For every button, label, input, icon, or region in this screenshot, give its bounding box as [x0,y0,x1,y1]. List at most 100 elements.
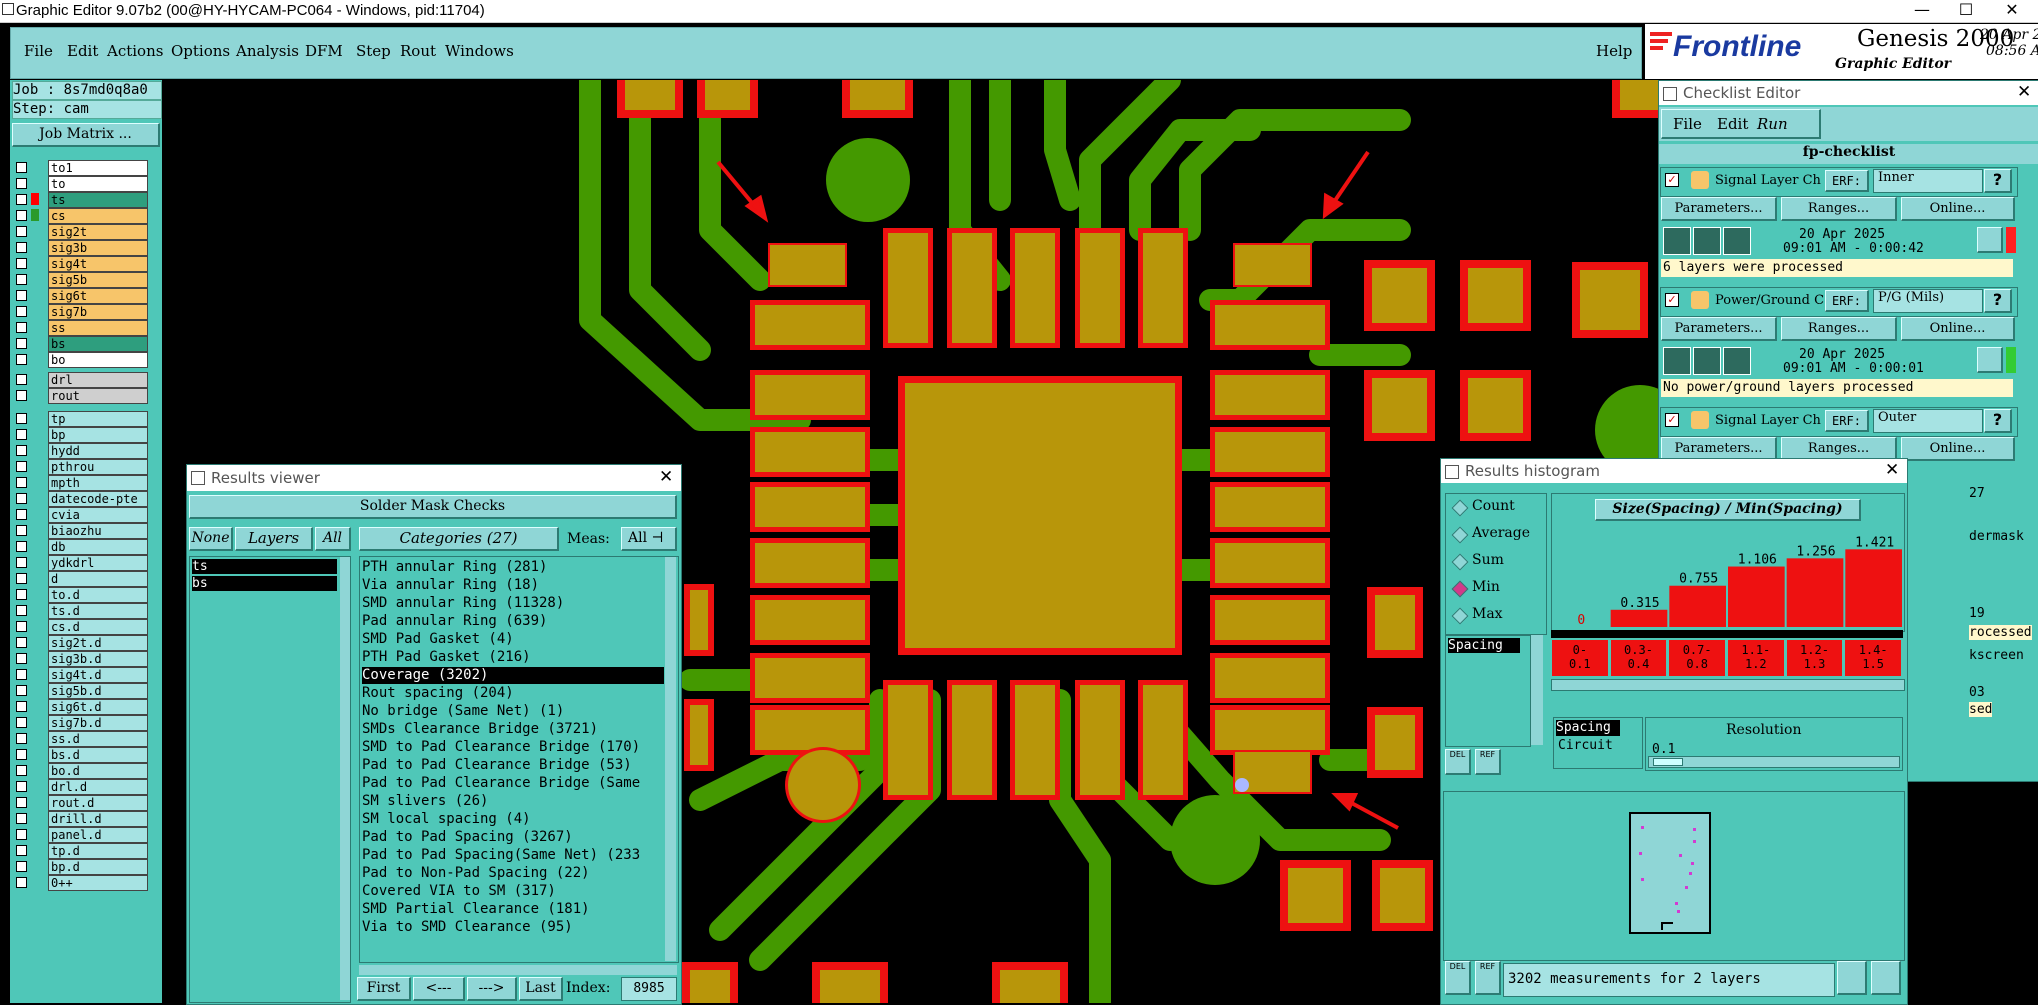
category-item[interactable]: Pad to Pad Clearance Bridge (53) [362,757,632,774]
layer-row[interactable]: ydkdrl [14,555,148,571]
histogram-bar[interactable] [1669,585,1726,627]
category-list-scrollbar[interactable] [665,557,676,961]
checklist-item-checkbox[interactable]: ✓ [1665,413,1679,427]
checklist-menu-edit[interactable]: Edit [1717,115,1748,133]
layer-checkbox[interactable] [16,306,27,317]
layer-name[interactable]: pthrou [48,459,148,475]
erf-select[interactable]: P/G (Mils) [1873,289,1983,313]
radio-count[interactable] [1451,499,1469,517]
layer-name[interactable]: sig7b.d [48,715,148,731]
layer-row[interactable]: sig7b [14,304,148,320]
layer-checkbox[interactable] [16,429,27,440]
layer-name[interactable]: sig4t.d [48,667,148,683]
layer-name[interactable]: bp.d [48,859,148,875]
run-icon[interactable] [1663,347,1691,375]
layer-checkbox[interactable] [16,605,27,616]
layer-row[interactable]: cs.d [14,619,148,635]
layer-row[interactable]: datecode-pte [14,491,148,507]
layer-checkbox[interactable] [16,194,27,205]
radio-max[interactable] [1451,607,1469,625]
layer-checkbox[interactable] [16,541,27,552]
last-button[interactable]: Last [519,977,563,1001]
layer-name[interactable]: 0++ [48,875,148,891]
histogram-category[interactable]: 1.4- 1.5 [1845,640,1901,676]
layer-row[interactable]: bp.d [14,859,148,875]
list-item[interactable]: Spacing [1448,638,1520,653]
layer-checkbox[interactable] [16,509,27,520]
layer-name[interactable]: bp [48,427,148,443]
layer-list-scrollbar[interactable] [340,557,350,1000]
layer-name[interactable]: sig2t [48,224,148,240]
category-item[interactable]: SM local spacing (4) [362,811,531,828]
index-input[interactable]: 8985 [621,977,677,1001]
layer-name[interactable]: ydkdrl [48,555,148,571]
layer-row[interactable]: cs [14,208,148,224]
window-title-bar[interactable]: Graphic Editor 9.07b2 (00@HY-HYCAM-PC064… [0,0,2038,23]
layer-checkbox[interactable] [16,861,27,872]
layer-checkbox[interactable] [16,733,27,744]
layer-row[interactable]: rout [14,388,148,404]
next-button[interactable]: ---> [467,977,517,1001]
list-item[interactable]: bs [192,576,337,591]
layer-checkbox[interactable] [16,390,27,401]
category-item[interactable]: Via to SMD Clearance (95) [362,919,573,936]
histogram-hscrollbar[interactable] [1551,679,1905,691]
online-button[interactable]: Online... [1901,317,2015,341]
layer-row[interactable]: 0++ [14,875,148,891]
help-icon[interactable]: ? [1984,169,2012,193]
layer-row[interactable]: bo.d [14,763,148,779]
layer-name[interactable]: cs [48,208,148,224]
menu-options[interactable]: Options [171,42,230,60]
layer-checkbox[interactable] [16,701,27,712]
layer-checkbox[interactable] [16,781,27,792]
layer-row[interactable]: drl.d [14,779,148,795]
category-item[interactable]: Pad to Pad Clearance Bridge (Same [362,775,640,792]
category-item[interactable]: SMD annular Ring (11328) [362,595,564,612]
slider-thumb[interactable] [1653,758,1683,766]
layer-name[interactable]: to1 [48,160,148,176]
layer-checkbox[interactable] [16,258,27,269]
category-item[interactable]: PTH annular Ring (281) [362,559,547,576]
category-item[interactable]: Pad to Non-Pad Spacing (22) [362,865,590,882]
layer-name[interactable]: drl.d [48,779,148,795]
layer-name[interactable]: db [48,539,148,555]
job-matrix-button[interactable]: Job Matrix ... [12,123,160,147]
layer-checkbox[interactable] [16,461,27,472]
layer-checkbox[interactable] [16,338,27,349]
histogram-bar[interactable] [1845,549,1902,627]
del-button[interactable]: DEL [1445,749,1471,775]
menu-dfm[interactable]: DFM [305,42,343,60]
layer-name[interactable]: sig3b.d [48,651,148,667]
checklist-menu-file[interactable]: File [1673,115,1702,133]
category-item[interactable]: SMD to Pad Clearance Bridge (170) [362,739,640,756]
help-icon[interactable]: ? [1984,409,2012,433]
layer-name[interactable]: panel.d [48,827,148,843]
layer-checkbox[interactable] [16,274,27,285]
layer-checkbox[interactable] [16,178,27,189]
menu-edit[interactable]: Edit [67,42,98,60]
radio-sum[interactable] [1451,553,1469,571]
layer-row[interactable]: sig6t.d [14,699,148,715]
category-item[interactable]: Via annular Ring (18) [362,577,539,594]
results-viewer-titlebar[interactable]: Results viewer ✕ [187,465,681,491]
category-item[interactable]: Pad to Pad Spacing(Same Net) (233 [362,847,640,864]
layer-name[interactable]: to [48,176,148,192]
layer-row[interactable]: to1 [14,160,148,176]
ref-button[interactable]: REF [1475,749,1501,775]
resolution-slider[interactable] [1648,756,1900,768]
layer-name[interactable]: bs.d [48,747,148,763]
erf-select[interactable]: Outer [1873,409,1983,433]
layer-row[interactable]: db [14,539,148,555]
layer-checkbox[interactable] [16,354,27,365]
layer-row[interactable]: bo [14,352,148,368]
layer-name[interactable]: bo.d [48,763,148,779]
layer-checkbox[interactable] [16,290,27,301]
layer-checkbox[interactable] [16,242,27,253]
histogram-bar[interactable] [1786,558,1844,627]
layer-name[interactable]: bs [48,336,148,352]
maximize-button[interactable]: ☐ [1944,0,1988,22]
layer-name[interactable]: to.d [48,587,148,603]
layer-checkbox[interactable] [16,653,27,664]
layer-checkbox[interactable] [16,621,27,632]
layer-name[interactable]: bo [48,352,148,368]
